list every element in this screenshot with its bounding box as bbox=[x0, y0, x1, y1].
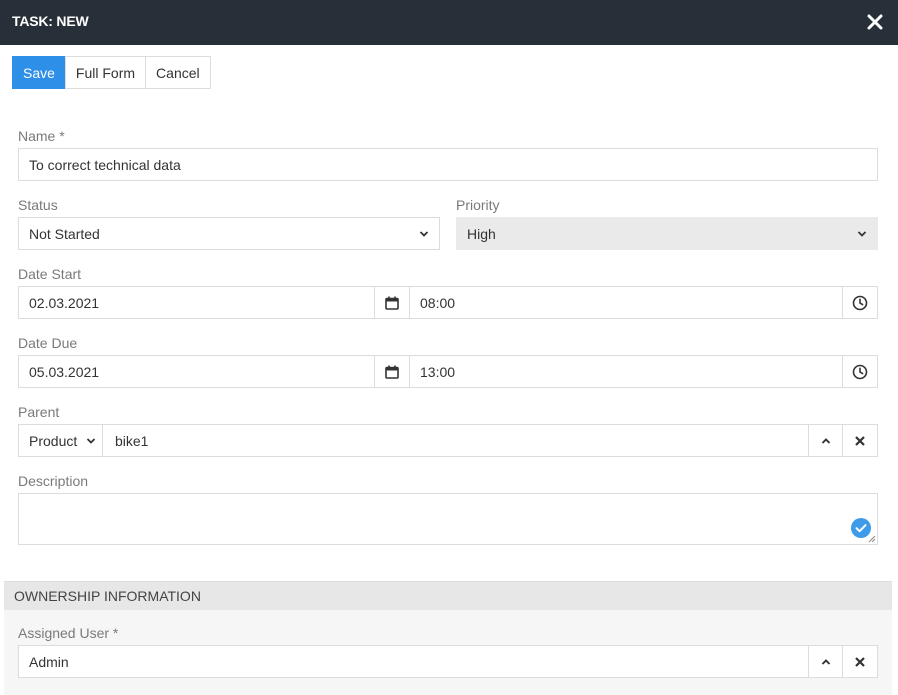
action-buttons: Save Full Form Cancel bbox=[12, 56, 211, 89]
calendar-icon bbox=[385, 296, 399, 310]
ownership-section-header: OWNERSHIP INFORMATION bbox=[4, 581, 892, 610]
chevron-down-icon bbox=[86, 438, 96, 444]
parent-input[interactable]: bike1 bbox=[102, 424, 809, 457]
description-textarea[interactable] bbox=[18, 493, 878, 545]
chevron-down-icon bbox=[419, 231, 429, 237]
priority-value: High bbox=[467, 225, 496, 242]
name-label: Name * bbox=[18, 128, 65, 144]
name-value: To correct technical data bbox=[29, 156, 181, 173]
cancel-button[interactable]: Cancel bbox=[145, 56, 211, 89]
parent-value: bike1 bbox=[115, 432, 149, 449]
chevron-up-icon bbox=[821, 437, 830, 444]
assigned-user-input[interactable]: Admin bbox=[18, 645, 809, 678]
assigned-user-value: Admin bbox=[29, 653, 69, 670]
modal-title: TASK: NEW bbox=[12, 13, 89, 29]
date-due-value: 05.03.2021 bbox=[29, 363, 100, 380]
time-start-input[interactable]: 08:00 bbox=[409, 286, 843, 319]
date-due-label: Date Due bbox=[18, 335, 78, 351]
calendar-icon bbox=[385, 365, 399, 379]
status-select[interactable]: Not Started bbox=[18, 217, 440, 250]
modal-header: TASK: NEW bbox=[0, 0, 898, 45]
parent-select-button[interactable] bbox=[808, 424, 843, 457]
chevron-up-icon bbox=[821, 658, 830, 665]
parent-type-select[interactable]: Product bbox=[18, 424, 103, 457]
date-start-label: Date Start bbox=[18, 266, 82, 282]
time-start-clock-button[interactable] bbox=[842, 286, 878, 319]
close-icon bbox=[855, 656, 865, 667]
resize-handle-icon[interactable] bbox=[868, 535, 876, 543]
time-due-clock-button[interactable] bbox=[842, 355, 878, 388]
assigned-user-label: Assigned User * bbox=[18, 625, 119, 641]
date-start-calendar-button[interactable] bbox=[374, 286, 410, 319]
assigned-user-select-button[interactable] bbox=[808, 645, 843, 678]
date-due-calendar-button[interactable] bbox=[374, 355, 410, 388]
date-due-input[interactable]: 05.03.2021 bbox=[18, 355, 375, 388]
status-value: Not Started bbox=[29, 225, 100, 242]
date-start-input[interactable]: 02.03.2021 bbox=[18, 286, 375, 319]
parent-type-value: Product bbox=[29, 432, 78, 449]
chevron-down-icon bbox=[857, 231, 867, 237]
save-button[interactable]: Save bbox=[12, 56, 66, 89]
time-due-value: 13:00 bbox=[420, 363, 456, 380]
priority-label: Priority bbox=[456, 197, 500, 213]
close-icon bbox=[855, 435, 865, 446]
close-icon[interactable] bbox=[866, 13, 884, 31]
clock-icon bbox=[852, 364, 868, 379]
time-start-value: 08:00 bbox=[420, 294, 456, 311]
full-form-button[interactable]: Full Form bbox=[64, 56, 147, 89]
assigned-user-clear-button[interactable] bbox=[842, 645, 878, 678]
time-due-input[interactable]: 13:00 bbox=[409, 355, 843, 388]
clock-icon bbox=[852, 295, 868, 310]
date-start-value: 02.03.2021 bbox=[29, 294, 100, 311]
parent-label: Parent bbox=[18, 404, 60, 420]
ownership-title: OWNERSHIP INFORMATION bbox=[14, 588, 201, 604]
parent-clear-button[interactable] bbox=[842, 424, 878, 457]
description-label: Description bbox=[18, 473, 89, 489]
status-label: Status bbox=[18, 197, 58, 213]
priority-select[interactable]: High bbox=[456, 217, 878, 250]
name-input[interactable]: To correct technical data bbox=[18, 148, 878, 181]
